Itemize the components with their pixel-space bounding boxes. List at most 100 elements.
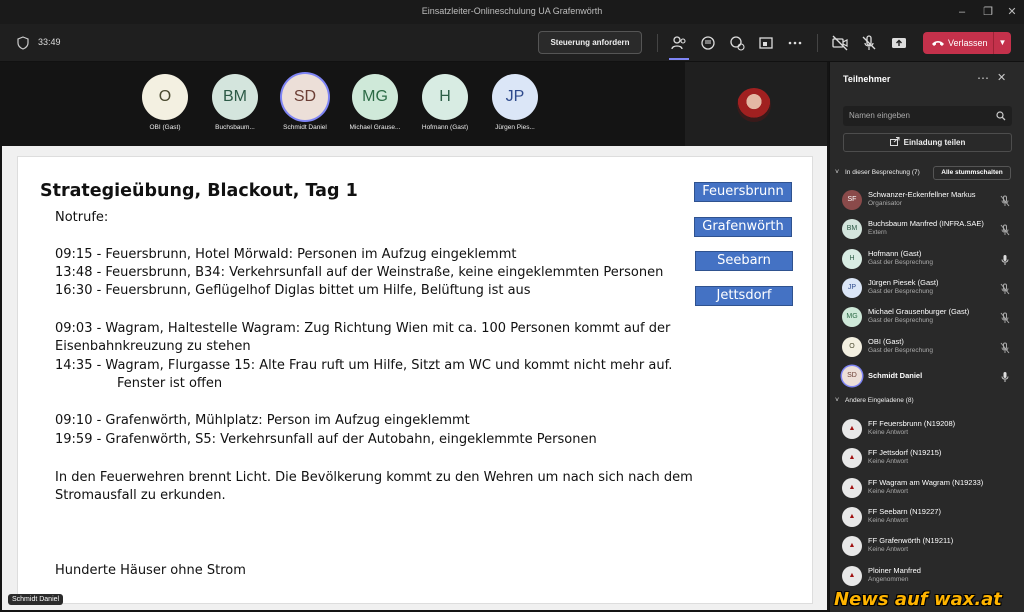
slide-title: Strategieübung, Blackout, Tag 1 xyxy=(40,181,358,201)
share-icon[interactable] xyxy=(890,34,908,52)
invitee-status: Keine Antwort xyxy=(868,546,909,554)
participant-row[interactable]: JP Jürgen Piesek (Gast) Gast der Besprechu… xyxy=(842,276,1017,302)
participant-tile[interactable]: JP Jürgen Pies... xyxy=(480,70,550,140)
window-title: Einsatzleiter-Onlineschulung UA Grafenwö… xyxy=(421,6,603,16)
meeting-stage: O OBI (Gast) BM Buchsbaum... SD Schmidt Danie… xyxy=(0,62,829,612)
invitee-row[interactable]: ▲ FF Feuersbrunn (N19208) Keine Antwort xyxy=(842,417,1017,443)
slide-line: 13:48 - Feuersbrunn, B34: Verkehrsunfall… xyxy=(55,265,664,280)
self-video-preview[interactable] xyxy=(685,62,827,146)
avatar: SD xyxy=(282,74,328,120)
avatar: MG xyxy=(842,307,862,328)
slide-line: 19:59 - Grafenwörth, S5: Verkehrsunfall … xyxy=(55,432,597,447)
fire-brigade-logo-icon: ▲ xyxy=(842,506,862,527)
avatar: JP xyxy=(842,277,862,298)
slide-line: Fenster ist offen xyxy=(117,376,223,391)
invitee-status: Keine Antwort xyxy=(868,516,909,524)
participant-row[interactable]: BM Buchsbaum Manfred (INFRA.SAE) Extern xyxy=(842,217,1017,243)
search-icon xyxy=(996,111,1006,121)
slide-line: 09:03 - Wagram, Haltestelle Wagram: Zug … xyxy=(55,321,671,336)
avatar: BM xyxy=(842,219,862,240)
close-icon[interactable]: ✕ xyxy=(997,71,1006,84)
participant-row[interactable]: SD Schmidt Daniel xyxy=(842,364,1017,390)
invitee-name: Ploiner Manfred xyxy=(868,565,921,575)
invitee-name: FF Wagram am Wagram (N19233) xyxy=(868,477,984,487)
participant-role: Gast der Besprechung xyxy=(868,258,934,266)
invitee-name: FF Feuersbrunn (N19208) xyxy=(868,419,956,428)
in-meeting-section-header[interactable]: ˅ In dieser Besprechung (7) xyxy=(835,169,920,176)
fire-brigade-logo-icon: ▲ xyxy=(842,419,862,439)
avatar: SF xyxy=(842,190,862,210)
participant-role: Gast der Besprechung xyxy=(868,346,934,354)
participant-tile[interactable]: MG Michael Grause... xyxy=(340,70,410,140)
minimize-icon[interactable]: – xyxy=(952,2,972,22)
participant-tile[interactable]: O OBI (Gast) xyxy=(130,70,200,140)
participant-name: Buchsbaum Manfred (INFRA.SAE) xyxy=(868,219,984,229)
participant-name: Schwanzer-Eckenfellner Markus xyxy=(868,190,976,199)
fire-brigade-logo-icon: ▲ xyxy=(842,477,862,498)
participants-icon[interactable] xyxy=(670,34,688,52)
mic-off-icon xyxy=(1000,223,1010,236)
search-input[interactable]: Namen eingeben xyxy=(843,106,1012,126)
fire-brigade-logo-icon: ▲ xyxy=(842,565,862,586)
in-meeting-label: In dieser Besprechung (7) xyxy=(845,169,920,176)
mic-off-icon xyxy=(1000,311,1010,324)
participant-name: Hofmann (Gast) xyxy=(868,248,922,258)
participant-tile[interactable]: SD Schmidt Daniel xyxy=(270,70,340,140)
rooms-icon[interactable] xyxy=(757,34,775,52)
avatar: MG xyxy=(352,74,398,120)
camera-off-icon[interactable] xyxy=(831,34,849,52)
others-section-header[interactable]: ˅ Andere Eingeladene (8) xyxy=(835,397,914,404)
invitee-name: FF Jettsdorf (N19215) xyxy=(868,448,942,458)
more-options-icon[interactable]: ⋯ xyxy=(977,71,989,85)
request-control-button[interactable]: Steuerung anfordern xyxy=(538,31,642,54)
avatar: SD xyxy=(842,365,862,386)
chevron-down-icon[interactable]: ▼ xyxy=(993,32,1011,54)
phone-hangup-icon xyxy=(932,41,944,46)
others-label: Andere Eingeladene (8) xyxy=(845,397,914,404)
participant-role: Gast der Besprechung xyxy=(868,287,934,295)
shared-screen: Strategieübung, Blackout, Tag 1 Notrufe:… xyxy=(2,146,827,610)
invitee-row[interactable]: ▲ FF Grafenwörth (N19211) Keine Antwort xyxy=(842,534,1017,560)
location-box-grafenwoerth: Grafenwörth xyxy=(694,217,792,237)
maximize-icon[interactable]: ❐ xyxy=(978,2,998,22)
participant-role: Extern xyxy=(868,229,887,237)
location-box-seebarn: Seebarn xyxy=(695,251,793,271)
participant-role: Organisator xyxy=(868,200,902,207)
avatar: H xyxy=(842,248,862,269)
invitee-row[interactable]: ▲ FF Jettsdorf (N19215) Keine Antwort xyxy=(842,446,1017,472)
slide-line: In den Feuerwehren brennt Licht. Die Bev… xyxy=(55,470,693,485)
mic-off-icon xyxy=(1000,341,1010,353)
participants-active-indicator xyxy=(669,58,689,60)
participant-row[interactable]: MG Michael Grausenburger (Gast) Gast der B… xyxy=(842,305,1017,331)
location-box-feuersbrunn: Feuersbrunn xyxy=(694,182,792,202)
invitee-row[interactable]: ▲ FF Seebarn (N19227) Keine Antwort xyxy=(842,505,1017,531)
slide-line: 09:10 - Grafenwörth, Mühlplatz: Person i… xyxy=(55,413,470,428)
chat-icon[interactable] xyxy=(699,34,717,52)
mic-off-icon[interactable] xyxy=(860,34,878,52)
invitee-row[interactable]: ▲ FF Wagram am Wagram (N19233) Keine Antwo… xyxy=(842,476,1017,502)
shield-icon xyxy=(17,36,29,50)
invitee-name: FF Seebarn (N19227) xyxy=(868,506,941,516)
fire-brigade-logo-icon: ▲ xyxy=(842,536,862,557)
participant-row[interactable]: SF Schwanzer-Eckenfellner Markus Organisat… xyxy=(842,188,1017,214)
participant-name: Schmidt Daniel xyxy=(868,370,923,380)
participant-row[interactable]: H Hofmann (Gast) Gast der Besprechung xyxy=(842,247,1017,273)
slide-line: Hunderte Häuser ohne Strom xyxy=(55,563,246,578)
presenter-name-tag: Schmidt Daniel xyxy=(8,594,64,605)
share-invite-button[interactable]: Einladung teilen xyxy=(843,133,1012,152)
participant-row[interactable]: O OBI (Gast) Gast der Besprechung xyxy=(842,335,1017,361)
mic-off-icon xyxy=(1000,194,1010,207)
location-box-jettsdorf: Jettsdorf xyxy=(695,286,793,306)
participant-tile[interactable]: BM Buchsbaum... xyxy=(200,70,270,140)
participant-tile[interactable]: H Hofmann (Gast) xyxy=(410,70,480,140)
mic-icon xyxy=(1000,253,1010,265)
more-icon[interactable] xyxy=(786,34,804,52)
mic-icon xyxy=(1000,370,1010,382)
reactions-icon[interactable] xyxy=(728,34,746,52)
invitee-row[interactable]: ▲ Ploiner Manfred Angenommen xyxy=(842,564,1017,590)
chevron-down-icon: ˅ xyxy=(835,397,840,404)
mute-all-button[interactable]: Alle stummschalten xyxy=(933,166,1011,180)
leave-button[interactable]: Verlassen ▼ xyxy=(923,32,1011,54)
close-window-icon[interactable]: ✕ xyxy=(1002,2,1022,22)
slide-line: 14:35 - Wagram, Flurgasse 15: Alte Frau … xyxy=(55,358,673,373)
